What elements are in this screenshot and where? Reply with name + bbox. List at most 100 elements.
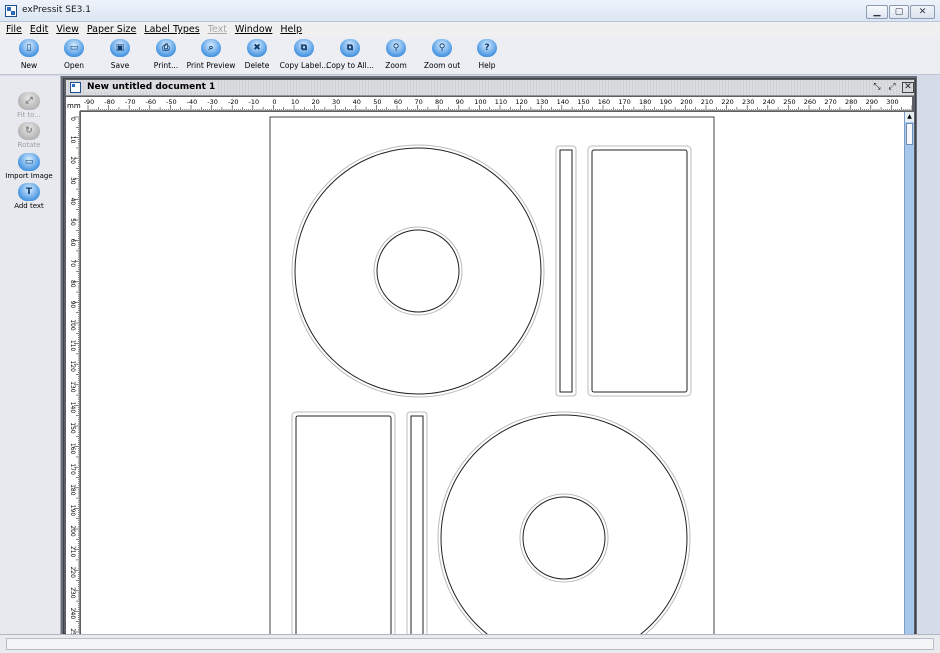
ruler-label: -40 xyxy=(187,98,198,106)
document-close-icon[interactable]: ✕ xyxy=(902,82,914,93)
help-button[interactable]: ? Help xyxy=(457,39,517,70)
ruler-label: 240 xyxy=(763,98,775,106)
ruler-label: 20 xyxy=(311,98,319,106)
main-toolbar: ▯ New ▭ Open ▣ Save ⎙ Print... ⌕ Print Preview ✖ De… xyxy=(0,37,940,75)
menu-help[interactable]: Help xyxy=(280,24,302,35)
ruler-label: 210 xyxy=(69,546,76,558)
ruler-label: 230 xyxy=(69,587,76,599)
document-minimize-icon[interactable]: ⤡ xyxy=(871,82,883,93)
printer-icon: ⎙ xyxy=(156,39,176,57)
ruler-label: 250 xyxy=(783,98,795,106)
horizontal-ruler: -90 -80 -70 -60 -50 -40 -30 -20 -10 0 10 20 30 40 50 60… xyxy=(66,97,912,111)
menu-view[interactable]: View xyxy=(56,24,79,35)
ruler-label: 50 xyxy=(373,98,381,106)
scrollbar-thumb[interactable] xyxy=(906,123,913,145)
ruler-label: 190 xyxy=(660,98,672,106)
ruler-label: 120 xyxy=(69,360,76,372)
side-tool-label: Rotate xyxy=(17,141,41,149)
toolbar-button-label: Save xyxy=(110,61,130,70)
ruler-label: 170 xyxy=(69,463,76,475)
side-tool-label: Import Image xyxy=(5,172,53,180)
ruler-label: -50 xyxy=(166,98,177,106)
ruler-label: 90 xyxy=(456,98,464,106)
copy-label-icon: ⧉ xyxy=(294,39,314,57)
menu-text: Text xyxy=(207,24,227,35)
ruler-unit: mm xyxy=(66,97,81,111)
label-canvas[interactable] xyxy=(81,112,904,634)
side-tool-label: Add text xyxy=(14,202,44,210)
ruler-label: 130 xyxy=(536,98,548,106)
menu-window[interactable]: Window xyxy=(235,24,272,35)
toolbar-button-label: Open xyxy=(63,61,85,70)
ruler-label: 150 xyxy=(577,98,589,106)
import-image-button[interactable]: ▭ Import Image xyxy=(0,153,58,180)
menu-edit[interactable]: Edit xyxy=(30,24,48,35)
ruler-label: 30 xyxy=(69,177,76,185)
ruler-label: 200 xyxy=(680,98,692,106)
toolbar-button-label: New xyxy=(20,61,38,70)
open-folder-icon: ▭ xyxy=(64,39,84,57)
horizontal-ruler-ticks: -90 -80 -70 -60 -50 -40 -30 -20 -10 0 10 20 30 40 50 60… xyxy=(84,98,912,110)
ruler-label: 190 xyxy=(69,505,76,517)
ruler-label: -60 xyxy=(145,98,156,106)
app-icon xyxy=(5,5,17,17)
ruler-label: 100 xyxy=(474,98,486,106)
window-title: exPressit SE3.1 xyxy=(22,5,91,15)
ruler-label: 0 xyxy=(272,98,276,106)
ruler-label: 150 xyxy=(69,422,76,434)
import-image-icon: ▭ xyxy=(18,153,40,171)
new-document-icon: ▯ xyxy=(19,39,39,57)
menu-file[interactable]: File xyxy=(6,24,22,35)
vertical-ruler: 0 10 20 30 40 50 60 70 80 90 100 110 120 130 140 150 160… xyxy=(66,111,80,634)
ruler-label: 290 xyxy=(866,98,878,106)
ruler-label: 140 xyxy=(557,98,569,106)
ruler-label: 10 xyxy=(291,98,299,106)
ruler-label: -70 xyxy=(125,98,136,106)
ruler-label: 230 xyxy=(742,98,754,106)
status-field xyxy=(6,638,934,650)
zoom-in-icon: ⚲ xyxy=(386,39,406,57)
toolbar-button-label: Zoom out xyxy=(423,61,461,70)
ruler-label: 20 xyxy=(69,156,76,164)
ruler-label: 140 xyxy=(69,402,76,414)
add-text-button[interactable]: T Add text xyxy=(0,183,58,210)
ruler-label: 50 xyxy=(69,218,76,226)
ruler-label: 80 xyxy=(435,98,443,106)
ruler-label: -90 xyxy=(84,98,95,106)
ruler-label: 100 xyxy=(69,319,76,331)
copy-to-all-icon: ⧉ xyxy=(340,39,360,57)
help-icon: ? xyxy=(477,39,497,57)
menu-label-types[interactable]: Label Types xyxy=(144,24,199,35)
ruler-label: 180 xyxy=(639,98,651,106)
window-title-bar: exPressit SE3.1 ▁ ▢ ✕ xyxy=(0,0,940,22)
toolbar-button-label: Print... xyxy=(153,61,179,70)
ruler-label: 280 xyxy=(845,98,857,106)
ruler-label: 180 xyxy=(69,484,76,496)
toolbar-button-label: Help xyxy=(478,61,496,70)
minimize-button[interactable]: ▁ xyxy=(866,5,888,19)
ruler-label: 160 xyxy=(598,98,610,106)
close-button[interactable]: ✕ xyxy=(910,5,935,19)
vertical-scrollbar[interactable]: ▲ xyxy=(904,112,914,634)
document-icon xyxy=(70,82,81,93)
ruler-label: 300 xyxy=(886,98,898,106)
ruler-label: 240 xyxy=(69,608,76,620)
maximize-button[interactable]: ▢ xyxy=(889,5,909,19)
ruler-label: 130 xyxy=(69,381,76,393)
ruler-label: 30 xyxy=(332,98,340,106)
ruler-label: 110 xyxy=(495,98,507,106)
side-tool-panel: ⤢ Fit to... ↻ Rotate ▭ Import Image T Add text xyxy=(0,76,61,636)
fit-to-button: ⤢ Fit to... xyxy=(0,92,58,119)
label-sheet-drawing xyxy=(269,116,715,634)
ruler-label: 220 xyxy=(721,98,733,106)
document-title-bar[interactable]: New untitled document 1 ⤡ ⤢ ✕ xyxy=(66,80,914,96)
scroll-up-arrow-icon[interactable]: ▲ xyxy=(905,112,914,122)
ruler-label: 170 xyxy=(618,98,630,106)
menu-paper-size[interactable]: Paper Size xyxy=(87,24,136,35)
ruler-label: 260 xyxy=(804,98,816,106)
document-maximize-icon[interactable]: ⤢ xyxy=(886,82,898,93)
ruler-label: 220 xyxy=(69,566,76,578)
ruler-label: 60 xyxy=(394,98,402,106)
ruler-label: 200 xyxy=(69,525,76,537)
menu-bar: File Edit View Paper Size Label Types Text Win… xyxy=(0,22,940,37)
